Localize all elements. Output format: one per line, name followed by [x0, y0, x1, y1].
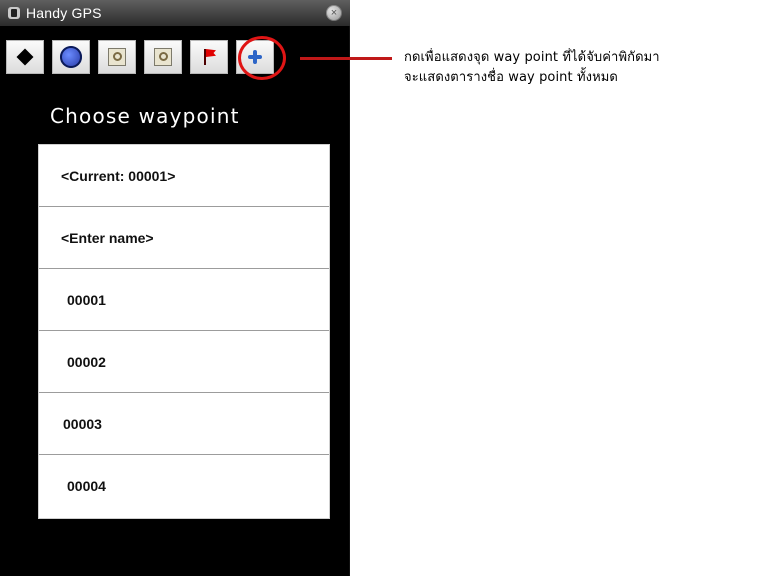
annotation-line-2: จะแสดงตารางชื่อ way point ทั้งหมด: [404, 70, 618, 86]
app-window: Handy GPS × Choose waypoint <Current: 00…: [0, 0, 350, 576]
annotation-line-1: กดเพื่อแสดงจุด way point ที่ได้จับค่าพิก…: [404, 50, 660, 65]
list-item[interactable]: <Enter name>: [39, 207, 329, 269]
list-item-label: <Enter name>: [61, 229, 154, 246]
list-item-label: 00004: [67, 478, 106, 494]
map-button-1[interactable]: [98, 40, 136, 74]
list-item[interactable]: 00004: [39, 455, 329, 517]
plus-icon: [246, 48, 264, 66]
annotation-text: กดเพื่อแสดงจุด way point ที่ได้จับค่าพิก…: [404, 48, 784, 88]
list-item[interactable]: 00001: [39, 269, 329, 331]
title-bar: Handy GPS ×: [0, 0, 350, 26]
toolbar: [0, 40, 350, 76]
screenshot-root: Handy GPS × Choose waypoint <Current: 00…: [0, 0, 784, 576]
waypoint-list: <Current: 00001> <Enter name> 00001 0000…: [38, 144, 330, 519]
close-glyph: ×: [330, 6, 338, 19]
list-item-label: 00001: [67, 291, 106, 308]
waypoint-flag-button[interactable]: [190, 40, 228, 74]
map-icon: [108, 48, 126, 66]
close-icon[interactable]: ×: [326, 5, 342, 21]
window-title: Handy GPS: [26, 5, 102, 21]
list-item[interactable]: 00003: [39, 393, 329, 455]
page-title: Choose waypoint: [50, 104, 240, 128]
diamond-button[interactable]: [6, 40, 44, 74]
list-item-label: 00002: [67, 353, 106, 370]
list-item-label: <Current: 00001>: [61, 167, 176, 184]
app-icon: [8, 7, 20, 19]
add-button[interactable]: [236, 40, 274, 74]
list-item-label: 00003: [63, 415, 102, 432]
flag-icon: [201, 48, 217, 66]
list-item[interactable]: <Current: 00001>: [39, 145, 329, 207]
map-icon: [154, 48, 172, 66]
diamond-icon: [16, 48, 34, 66]
list-item[interactable]: 00002: [39, 331, 329, 393]
map-button-2[interactable]: [144, 40, 182, 74]
callout-line: [300, 57, 392, 60]
globe-button[interactable]: [52, 40, 90, 74]
globe-icon: [60, 46, 82, 68]
